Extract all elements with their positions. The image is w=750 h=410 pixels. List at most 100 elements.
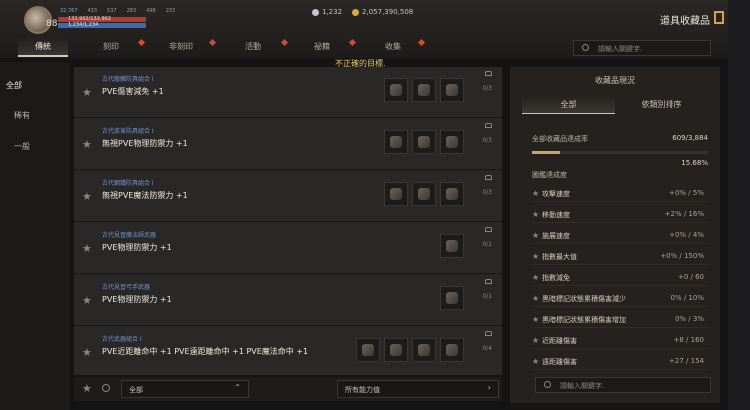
stat-name: 黑暗標記狀態累積傷害增加: [542, 316, 626, 324]
favorite-star-icon[interactable]: ★: [82, 294, 92, 307]
panel-search-input[interactable]: 請輸入關鍵字.: [535, 377, 711, 393]
item-slot[interactable]: [412, 130, 436, 154]
panel-tab-category[interactable]: 依類別排序: [615, 96, 708, 114]
stat-value: +0% / 5%: [669, 189, 704, 197]
tab-secret[interactable]: 祕籍: [297, 37, 347, 57]
stat-row[interactable]: ★ 移動速度 +2% / 16%: [532, 206, 708, 223]
ability-select[interactable]: 所有能力值 ›: [337, 380, 499, 398]
stat-name: 近距離傷害: [542, 337, 577, 345]
collection-row[interactable]: ★ 古代見習魔法師武器 PVE物理防禦力 +1 0/1: [74, 223, 502, 274]
row-name: 無視PVE魔法防禦力 +1: [102, 191, 188, 200]
star-icon[interactable]: ★: [532, 189, 539, 198]
row-count: 0/3: [482, 137, 492, 144]
panel-tab-all[interactable]: 全部: [522, 96, 615, 114]
item-slot[interactable]: [412, 182, 436, 206]
stat-name: 攻擊速度: [542, 190, 570, 198]
category-select[interactable]: 全部 ⌃: [121, 380, 249, 398]
star-icon[interactable]: ★: [532, 294, 539, 303]
favorite-star-icon[interactable]: ★: [82, 242, 92, 255]
gloves-icon: [446, 84, 458, 96]
stat-row[interactable]: ★ 遠距離傷害 +27 / 154: [532, 353, 708, 370]
panel-tabs: 全部 依類別排序: [522, 96, 708, 114]
item-slot[interactable]: [440, 338, 464, 362]
favorite-star-icon[interactable]: ★: [82, 86, 92, 99]
collection-row[interactable]: ★ 古代武器組合 I PVE近距離命中 +1 PVE遠距離命中 +1 PVE魔法…: [74, 327, 502, 375]
item-slot[interactable]: [440, 286, 464, 310]
tab-event[interactable]: 活動: [228, 37, 278, 57]
favorite-star-icon[interactable]: ★: [82, 190, 92, 203]
player-stats: 32,767 433 537 283 498 233: [60, 8, 175, 14]
tab-traditional[interactable]: 傳統: [18, 37, 68, 57]
item-slot[interactable]: [412, 78, 436, 102]
star-icon[interactable]: ★: [532, 252, 539, 261]
top-bar: 88 32,767 433 537 283 498 233 132,902/13…: [0, 0, 750, 58]
item-slot[interactable]: [440, 234, 464, 258]
item-slot[interactable]: [440, 130, 464, 154]
tab-non-engrave[interactable]: 非刻印: [156, 37, 206, 57]
status-panel: 收藏品現況 全部 依類別排序 全部收藏品達成率 609/3,884 15.68%…: [510, 67, 720, 403]
stat-row[interactable]: ★ 指數減免 +0 / 60: [532, 269, 708, 286]
nav-rare[interactable]: 稀有: [14, 110, 30, 121]
tab-engrave[interactable]: 刻印: [86, 37, 136, 57]
lock-filter-icon[interactable]: [102, 384, 110, 392]
row-items: [384, 130, 464, 154]
row-items: [440, 286, 464, 310]
item-slot[interactable]: [440, 182, 464, 206]
stat-row[interactable]: ★ 黑暗標記狀態累積傷害減少 0% / 10%: [532, 290, 708, 307]
row-category: 古代武器組合 I: [102, 336, 142, 343]
stat-value: 0% / 3%: [674, 315, 704, 323]
staff-icon: [418, 344, 430, 356]
stat-row[interactable]: ★ 施展速度 +0% / 4%: [532, 227, 708, 244]
item-slot[interactable]: [384, 130, 408, 154]
page-title: 道具收藏品: [660, 16, 710, 27]
star-icon[interactable]: ★: [532, 357, 539, 366]
item-slot[interactable]: [384, 182, 408, 206]
item-slot[interactable]: [440, 78, 464, 102]
right-edge-strip: [728, 0, 750, 410]
collection-row[interactable]: ★ 古代鋼鐵防具組合 I 無視PVE魔法防禦力 +1 0/3: [74, 171, 502, 222]
stat-name: 指數減免: [542, 274, 570, 282]
row-items: [440, 234, 464, 258]
stat-row[interactable]: ★ 黑暗標記狀態累積傷害增加 0% / 3%: [532, 311, 708, 328]
favorite-filter-star-icon[interactable]: ★: [82, 382, 92, 395]
item-slot[interactable]: [356, 338, 380, 362]
stat-2: 433: [87, 8, 98, 14]
row-category: 古代龍鱗防具組合 I: [102, 76, 154, 83]
item-slot[interactable]: [384, 78, 408, 102]
armor-icon: [418, 84, 430, 96]
collection-row[interactable]: ★ 古代見習弓手武器 PVE物理防禦力 +1 0/1: [74, 275, 502, 326]
collection-icon: [714, 11, 724, 24]
helmet-icon: [390, 188, 402, 200]
tab-collect[interactable]: 收集: [368, 37, 418, 57]
row-name: PVE物理防禦力 +1: [102, 243, 172, 252]
boots-icon: [446, 188, 458, 200]
collection-row[interactable]: ★ 古代皮革防具組合 I 無視PVE物理防禦力 +1 0/3: [74, 119, 502, 170]
armor-icon: [418, 188, 430, 200]
item-slot[interactable]: [384, 338, 408, 362]
row-category: 古代皮革防具組合 I: [102, 128, 154, 135]
star-icon[interactable]: ★: [532, 231, 539, 240]
chevron-up-icon: ⌃: [234, 383, 241, 392]
app-root: 88 32,767 433 537 283 498 233 132,902/13…: [0, 0, 750, 410]
star-icon[interactable]: ★: [532, 315, 539, 324]
star-icon[interactable]: ★: [532, 273, 539, 282]
star-icon[interactable]: ★: [532, 210, 539, 219]
search-input[interactable]: 請輸入關鍵字.: [573, 40, 711, 56]
favorite-star-icon[interactable]: ★: [82, 138, 92, 151]
stat-row[interactable]: ★ 指數最大值 +0% / 150%: [532, 248, 708, 265]
stat-row[interactable]: ★ 攻擊速度 +0% / 5%: [532, 185, 708, 202]
notification-dot: [417, 38, 426, 47]
nav-all[interactable]: 全部: [6, 80, 22, 91]
completion-progress-fill: [532, 151, 560, 154]
stat-row[interactable]: ★ 近距離傷害 +8 / 160: [532, 332, 708, 349]
helmet-icon: [390, 84, 402, 96]
staff-icon: [446, 240, 458, 252]
star-icon[interactable]: ★: [532, 336, 539, 345]
collection-row[interactable]: ★ 古代龍鱗防具組合 I PVE傷害減免 +1 0/3: [74, 67, 502, 118]
nav-normal[interactable]: 一般: [14, 141, 30, 152]
notification-dot: [280, 38, 289, 47]
item-slot[interactable]: [412, 338, 436, 362]
notification-dot: [137, 38, 146, 47]
notification-dot: [348, 38, 357, 47]
favorite-star-icon[interactable]: ★: [82, 346, 92, 359]
